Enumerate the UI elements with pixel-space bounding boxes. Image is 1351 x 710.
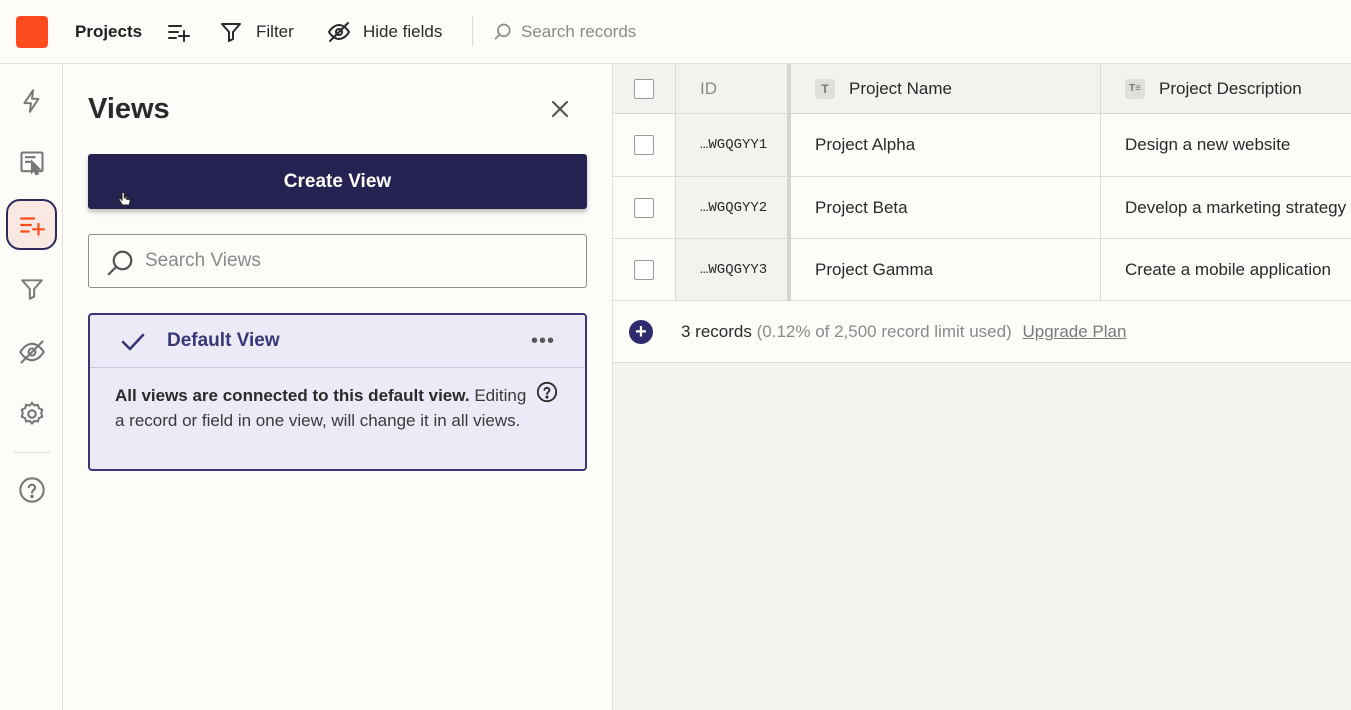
id-header-label: ID (700, 78, 717, 98)
default-view-header[interactable]: Default View ••• (90, 315, 585, 368)
hide-fields-icon[interactable] (327, 20, 351, 44)
project-name-value: Project Gamma (815, 259, 934, 279)
left-rail (0, 64, 63, 710)
id-column-divider (787, 64, 791, 301)
default-view-name[interactable]: Default View (167, 329, 280, 353)
more-options-icon[interactable]: ••• (531, 329, 555, 353)
project-name-header-label: Project Name (849, 78, 952, 98)
project-description-cell[interactable]: Develop a marketing strategy (1101, 177, 1351, 239)
id-cell[interactable]: …WGQGYY2 (676, 177, 788, 239)
views-panel-title: Views (88, 93, 170, 125)
help-button[interactable] (6, 464, 57, 515)
text-type-icon: T (815, 78, 835, 99)
search-icon (494, 23, 511, 40)
row-select-cell (613, 114, 676, 177)
hide-icon (18, 339, 45, 364)
hide-fields-button[interactable]: Hide fields (363, 20, 442, 44)
id-value: …WGQGYY1 (700, 137, 768, 153)
table-row[interactable]: …WGQGYY2 Project Beta Develop a marketin… (613, 177, 1351, 239)
records-table-area: ID T Project Name T≡ Project Description… (613, 64, 1351, 710)
long-text-type-icon: T≡ (1125, 78, 1145, 99)
filter-icon (20, 278, 43, 300)
record-limit-text: (0.12% of 2,500 record limit used) (756, 322, 1012, 341)
row-select-cell (613, 177, 676, 239)
search-icon (107, 250, 133, 276)
project-name-cell[interactable]: Project Gamma (791, 239, 1101, 301)
close-icon[interactable] (548, 97, 572, 121)
id-value: …WGQGYY3 (700, 261, 768, 278)
record-count-text: 3 records (681, 322, 752, 341)
search-views-input[interactable] (145, 247, 565, 275)
project-description-value: Create a mobile application (1125, 259, 1332, 279)
help-icon (18, 476, 45, 503)
help-icon[interactable] (536, 381, 558, 403)
form-icon (19, 150, 44, 175)
default-view-card[interactable]: Default View ••• All views are connected… (88, 313, 587, 471)
select-all-checkbox[interactable] (634, 78, 654, 99)
top-bar: Projects Filter Hide fields Search recor… (0, 0, 1351, 64)
views-icon (19, 216, 45, 236)
row-checkbox[interactable] (634, 259, 654, 280)
table-row[interactable]: …WGQGYY3 Project Gamma Create a mobile a… (613, 239, 1351, 301)
id-cell[interactable]: …WGQGYY3 (676, 239, 788, 301)
select-all-cell (613, 64, 676, 114)
upgrade-plan-link[interactable]: Upgrade Plan (1022, 322, 1126, 341)
check-icon (121, 333, 145, 351)
table-title[interactable]: Projects (75, 20, 142, 44)
id-cell[interactable]: …WGQGYY1 (676, 114, 788, 177)
search-views-field[interactable] (88, 234, 587, 288)
header-row: ID T Project Name T≡ Project Description (613, 64, 1351, 114)
project-description-value: Develop a marketing strategy (1125, 197, 1347, 217)
settings-button[interactable] (6, 388, 57, 439)
table-row[interactable]: …WGQGYY1 Project Alpha Design a new webs… (613, 114, 1351, 177)
id-value: …WGQGYY2 (700, 199, 768, 216)
row-select-cell (613, 239, 676, 301)
views-panel: Views Create View Default View ••• All v… (63, 64, 613, 710)
project-name-value: Project Alpha (815, 135, 916, 154)
create-view-button[interactable]: Create View (88, 154, 587, 209)
add-record-button[interactable]: + (629, 320, 653, 344)
project-name-cell[interactable]: Project Alpha (791, 114, 1101, 177)
project-description-cell[interactable]: Design a new website (1101, 114, 1351, 177)
settings-icon (20, 400, 43, 425)
id-column-header[interactable]: ID (676, 64, 788, 114)
search-records-input[interactable]: Search records (521, 20, 636, 44)
automations-button[interactable] (6, 75, 57, 126)
toolbar-divider (472, 16, 473, 46)
row-checkbox[interactable] (634, 197, 654, 218)
project-description-cell[interactable]: Create a mobile application (1101, 239, 1351, 301)
rail-divider (14, 452, 50, 453)
project-description-header-label: Project Description (1159, 78, 1302, 98)
filter-rail-button[interactable] (6, 263, 57, 314)
project-description-column-header[interactable]: T≡ Project Description (1101, 64, 1351, 114)
project-name-column-header[interactable]: T Project Name (791, 64, 1101, 114)
project-name-value: Project Beta (815, 197, 908, 217)
record-count: 3 records (0.12% of 2,500 record limit u… (681, 321, 1126, 343)
add-view-icon[interactable] (166, 20, 190, 44)
default-view-info: All views are connected to this default … (115, 383, 535, 433)
app-logo[interactable] (16, 16, 48, 48)
project-name-cell[interactable]: Project Beta (791, 177, 1101, 239)
bolt-icon (22, 88, 39, 113)
filter-button[interactable]: Filter (256, 20, 294, 44)
row-checkbox[interactable] (634, 135, 654, 155)
forms-button[interactable] (6, 137, 57, 188)
records-footer: + 3 records (0.12% of 2,500 record limit… (613, 301, 1351, 363)
hide-fields-rail-button[interactable] (6, 326, 57, 377)
views-button[interactable] (6, 199, 57, 250)
project-description-value: Design a new website (1125, 135, 1291, 154)
pointer-cursor-icon (118, 190, 131, 206)
filter-icon[interactable] (219, 20, 243, 44)
default-view-info-bold: All views are connected to this default … (115, 386, 470, 405)
